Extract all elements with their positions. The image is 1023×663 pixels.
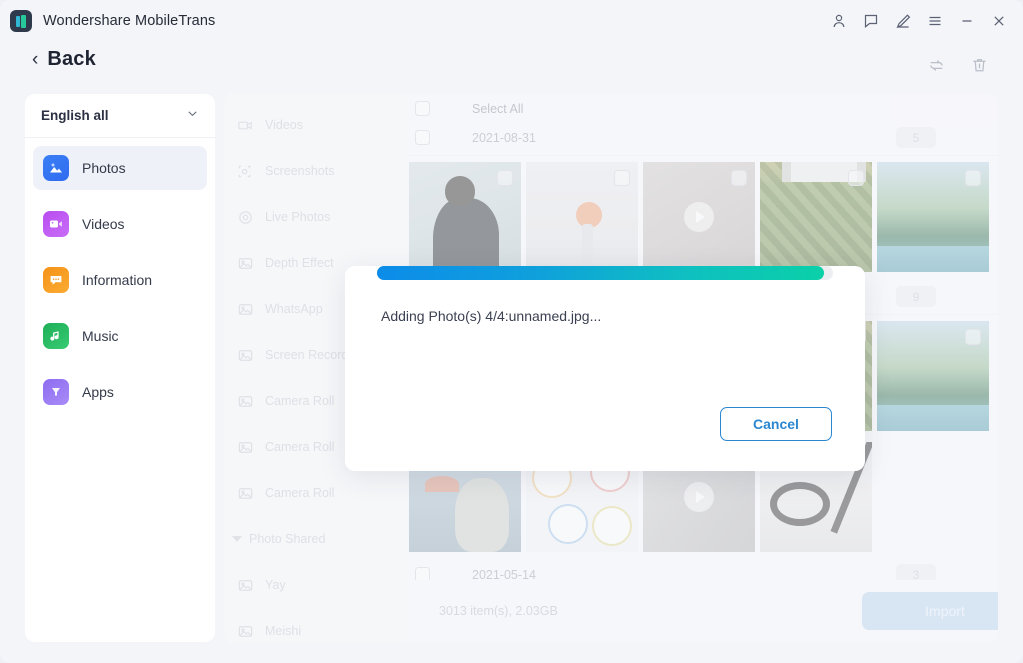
modal-overlay: Adding Photo(s) 4/4:unnamed.jpg... Cance…: [0, 0, 1023, 663]
progress-bar-fill: [377, 266, 824, 280]
progress-message: Adding Photo(s) 4/4:unnamed.jpg...: [381, 308, 602, 324]
cancel-button[interactable]: Cancel: [720, 407, 832, 441]
progress-bar-track: [377, 266, 833, 280]
app-window: Wondershare MobileTrans ‹ Back English a…: [0, 0, 1023, 663]
progress-dialog: Adding Photo(s) 4/4:unnamed.jpg... Cance…: [345, 266, 865, 471]
